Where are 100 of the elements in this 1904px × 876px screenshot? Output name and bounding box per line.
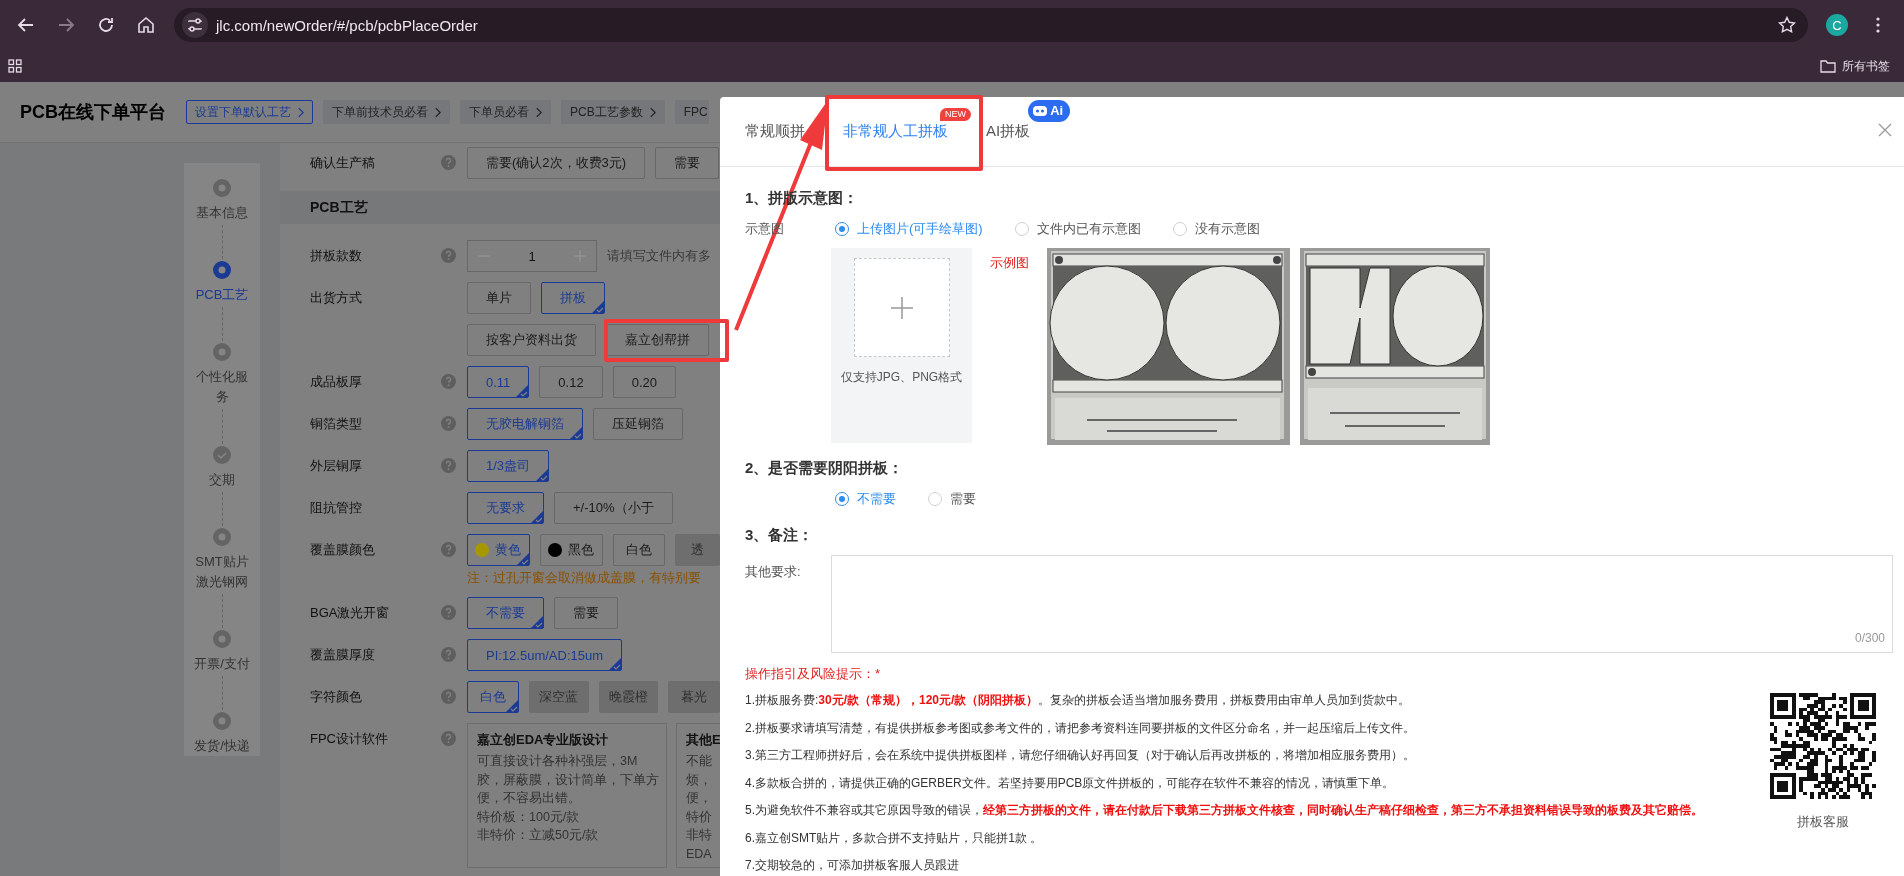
step-label[interactable]: 交期 (191, 469, 253, 490)
option-button[interactable]: 白色 (612, 534, 665, 566)
option-button[interactable]: 拼板 (541, 282, 605, 314)
help-icon[interactable] (441, 416, 456, 431)
option-button[interactable]: 无胶电解铜箔 (467, 408, 583, 440)
remarks-field[interactable] (831, 555, 1893, 653)
option-button[interactable]: 黄色 (467, 534, 530, 566)
hint-text: 请填写文件内有多 (607, 247, 711, 265)
help-icon[interactable] (441, 689, 456, 704)
help-icon[interactable] (441, 542, 456, 557)
option-button[interactable]: 单片 (467, 282, 531, 314)
help-icon[interactable] (441, 458, 456, 473)
option-button[interactable]: 需要 (554, 597, 618, 629)
help-icon[interactable] (441, 731, 456, 746)
field-label: 铜箔类型 (310, 415, 363, 433)
field-label: 成品板厚 (310, 373, 363, 391)
page-title: PCB在线下单平台 (20, 101, 166, 124)
upload-button[interactable] (853, 258, 950, 357)
character-counter: 0/300 (1854, 631, 1885, 645)
option-button[interactable]: +/-10%（小于 (554, 492, 673, 524)
guide-title: 操作指引及风险提示：* (745, 665, 882, 683)
header-link[interactable]: 下单员必看 (460, 100, 551, 124)
quantity-stepper[interactable]: 1 (467, 240, 597, 272)
help-icon[interactable] (441, 248, 456, 263)
card-title: 其他E (686, 731, 720, 749)
option-button[interactable]: 压延铜箔 (593, 408, 683, 440)
note-text: 注：过孔开窗会取消做成盖膜，有特别要 (467, 570, 702, 587)
card-text: 烦， (686, 771, 713, 789)
section-header: PCB工艺 (280, 191, 720, 224)
header-link[interactable]: 设置下单默认工艺 (186, 100, 313, 124)
folder-icon[interactable] (1820, 59, 1836, 73)
bookmarks-folder[interactable]: 所有书签 (1842, 57, 1890, 75)
option-card[interactable]: 嘉立创EDA专业版设计 可直接设计各种补强层，3M胶，屏蔽膜，设计简单，下单方便，不容易出错。 特价板：100元/款 非特价：立减50元/款 (467, 723, 667, 868)
radio-option[interactable]: 需要 (928, 490, 976, 508)
step-label[interactable]: PCB工艺 (191, 285, 253, 306)
option-button[interactable]: 需要 (655, 147, 720, 179)
help-icon[interactable] (441, 605, 456, 620)
field-label: 拼板款数 (310, 247, 363, 265)
card-text: EDA (686, 845, 713, 863)
help-icon[interactable] (441, 374, 456, 389)
option-button[interactable]: 0.12 (539, 366, 603, 398)
check-corner-icon (531, 511, 543, 523)
radio-icon (928, 492, 942, 506)
step-label[interactable]: SMT贴片激光钢网 (191, 551, 253, 592)
chevron-icon (297, 106, 304, 118)
check-corner-icon (531, 616, 543, 628)
tab[interactable]: 常规顺拼 (745, 116, 805, 147)
header-link[interactable]: FPC (674, 100, 709, 124)
bookmark-star-icon[interactable] (1778, 16, 1796, 34)
field-label: 确认生产稿 (310, 154, 376, 172)
option-button[interactable]: 不需要 (467, 597, 544, 629)
radio-option[interactable]: 没有示意图 (1172, 220, 1260, 238)
chevron-icon (648, 106, 656, 118)
robot-icon (1033, 104, 1048, 117)
help-icon[interactable] (441, 155, 456, 170)
header-link[interactable]: PCB工艺参数 (561, 100, 665, 124)
card-text: 特价 (686, 808, 713, 826)
radio-option[interactable]: 上传图片(可手绘草图) (835, 220, 983, 238)
guide-text: 5.为避免软件不兼容或其它原因导致的错误，经第三方拼板的文件，请在付款后下载第三方拼板文件核查，同时确认生产稿仔细检查，第三方不承担资料错误导致的板费及其它赔偿。 (745, 802, 1704, 819)
check-corner-icon (536, 469, 549, 481)
section-title: 2、是否需要阴阳拼板： (745, 459, 905, 478)
field-label: BGA激光开窗 (310, 604, 391, 622)
radio-icon (835, 492, 849, 506)
guide-text: 4.多款板合拼的，请提供正确的GERBER文件。若坚持要用PCB原文件拼板的，可能存在软件不兼容的情况，请慎重下单。 (745, 774, 1396, 792)
card-text: 特价板：100元/款 (477, 808, 581, 826)
close-icon[interactable] (1878, 123, 1892, 137)
step-label[interactable]: 基本信息 (191, 203, 253, 223)
option-button[interactable]: 按客户资料出货 (467, 324, 596, 356)
field-label: 字符颜色 (310, 688, 363, 706)
option-button[interactable]: PI:12.5um/AD:15um (467, 639, 623, 671)
option-button[interactable]: 嘉立创帮拼 (606, 324, 709, 356)
check-corner-icon (609, 658, 622, 670)
apps-grid-icon[interactable] (8, 59, 22, 73)
help-icon[interactable] (441, 647, 456, 662)
step-label[interactable]: 个性化服务 (191, 367, 253, 408)
address-bar[interactable]: jlc.com/newOrder/#/pcb/pcbPlaceOrder (174, 8, 1808, 42)
chevron-icon (535, 106, 542, 118)
card-text: 可直接设计各种补强层，3M胶，屏蔽膜，设计简单，下单方便，不容易出错。 (477, 753, 660, 807)
section-title: 3、备注： (745, 526, 815, 545)
option-button[interactable]: 0.20 (612, 366, 676, 398)
field-label: 覆盖膜颜色 (310, 541, 376, 559)
tab[interactable]: AI拼板 (986, 116, 1031, 147)
step-label[interactable]: 发货/快递 (191, 736, 253, 757)
header-link[interactable]: 下单前技术员必看 (323, 100, 450, 124)
step-label[interactable]: 开票/支付 (191, 653, 253, 674)
option-button[interactable]: 需要(确认2次，收费3元) (467, 147, 646, 179)
option-button[interactable]: 0.11 (467, 366, 530, 398)
radio-option[interactable]: 不需要 (835, 490, 896, 508)
ai-badge: Ai (1028, 99, 1071, 122)
card-text: 非特价：立减50元/款 (477, 827, 600, 844)
guide-text: 3.第三方工程师拼好后，会在系统中提供拼板图样，请您仔细确认好再回复（对于确认后再改拼板的，将增加相应服务费用）。 (745, 747, 1416, 764)
profile-button[interactable]: C (1826, 14, 1848, 36)
radio-option[interactable]: 文件内已有示意图 (1014, 220, 1141, 238)
site-settings-icon[interactable] (182, 12, 208, 38)
option-button[interactable]: 黑色 (539, 534, 603, 566)
guide-text: 1.拼板服务费:30元/款（常规），120元/款（阴阳拼板）。复杂的拼板会适当增加服务费用，拼板费用由审单人员加到货款中。 (745, 692, 1412, 709)
guide-text: 7.交期较急的，可添加拼板客服人员跟进 (745, 857, 960, 874)
option-button[interactable]: 1/3盎司 (467, 450, 550, 482)
option-button[interactable]: 白色 (467, 681, 520, 713)
option-button[interactable]: 无要求 (467, 492, 544, 524)
